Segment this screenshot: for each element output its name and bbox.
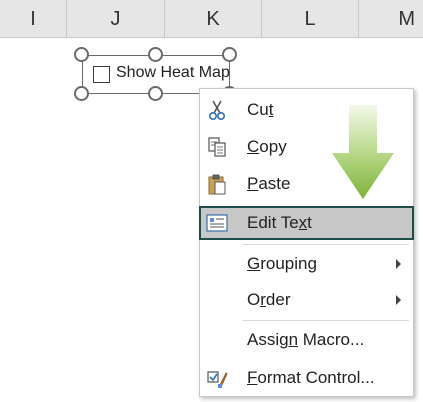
down-arrow-icon (332, 105, 394, 199)
menu-item-label: Assign Macro... (247, 330, 365, 349)
resize-handle-top-right[interactable] (222, 47, 237, 62)
menu-separator (243, 244, 409, 245)
menu-item-grouping[interactable]: Grouping (200, 247, 413, 281)
menu-item-label: Format Control... (247, 368, 375, 387)
column-header-k[interactable]: K (165, 0, 262, 37)
resize-handle-top-left[interactable] (74, 47, 89, 62)
menu-item-label: Order (247, 290, 291, 309)
copy-icon (206, 136, 228, 158)
submenu-arrow-icon (396, 259, 401, 269)
menu-item-label: Edit Text (247, 213, 312, 232)
column-header-row: I J K L M (0, 0, 423, 38)
menu-item-label: Grouping (247, 254, 317, 273)
menu-separator (243, 320, 409, 321)
column-header-l[interactable]: L (262, 0, 359, 37)
menu-item-label: Cut (247, 100, 274, 119)
paste-icon (206, 173, 228, 195)
submenu-arrow-icon (396, 295, 401, 305)
menu-item-assign-macro[interactable]: Assign Macro... (200, 323, 413, 357)
menu-item-order[interactable]: Order (200, 283, 413, 317)
column-header-j[interactable]: J (67, 0, 165, 37)
format-control-icon (206, 367, 228, 389)
checkbox[interactable] (93, 66, 110, 83)
edit-text-icon (206, 212, 228, 234)
menu-item-label: Copy (247, 137, 287, 156)
checkbox-label: Show Heat Map (116, 64, 230, 81)
menu-item-label: Paste (247, 174, 291, 193)
menu-item-edit-text[interactable]: Edit Text (199, 206, 414, 240)
column-header-m[interactable]: M (359, 0, 423, 37)
scissors-icon (206, 99, 228, 121)
menu-item-format-control[interactable]: Format Control... (200, 361, 413, 395)
resize-handle-bottom-left[interactable] (74, 86, 89, 101)
resize-handle-bottom[interactable] (148, 86, 163, 101)
resize-handle-top[interactable] (148, 47, 163, 62)
column-header-i[interactable]: I (0, 0, 67, 37)
